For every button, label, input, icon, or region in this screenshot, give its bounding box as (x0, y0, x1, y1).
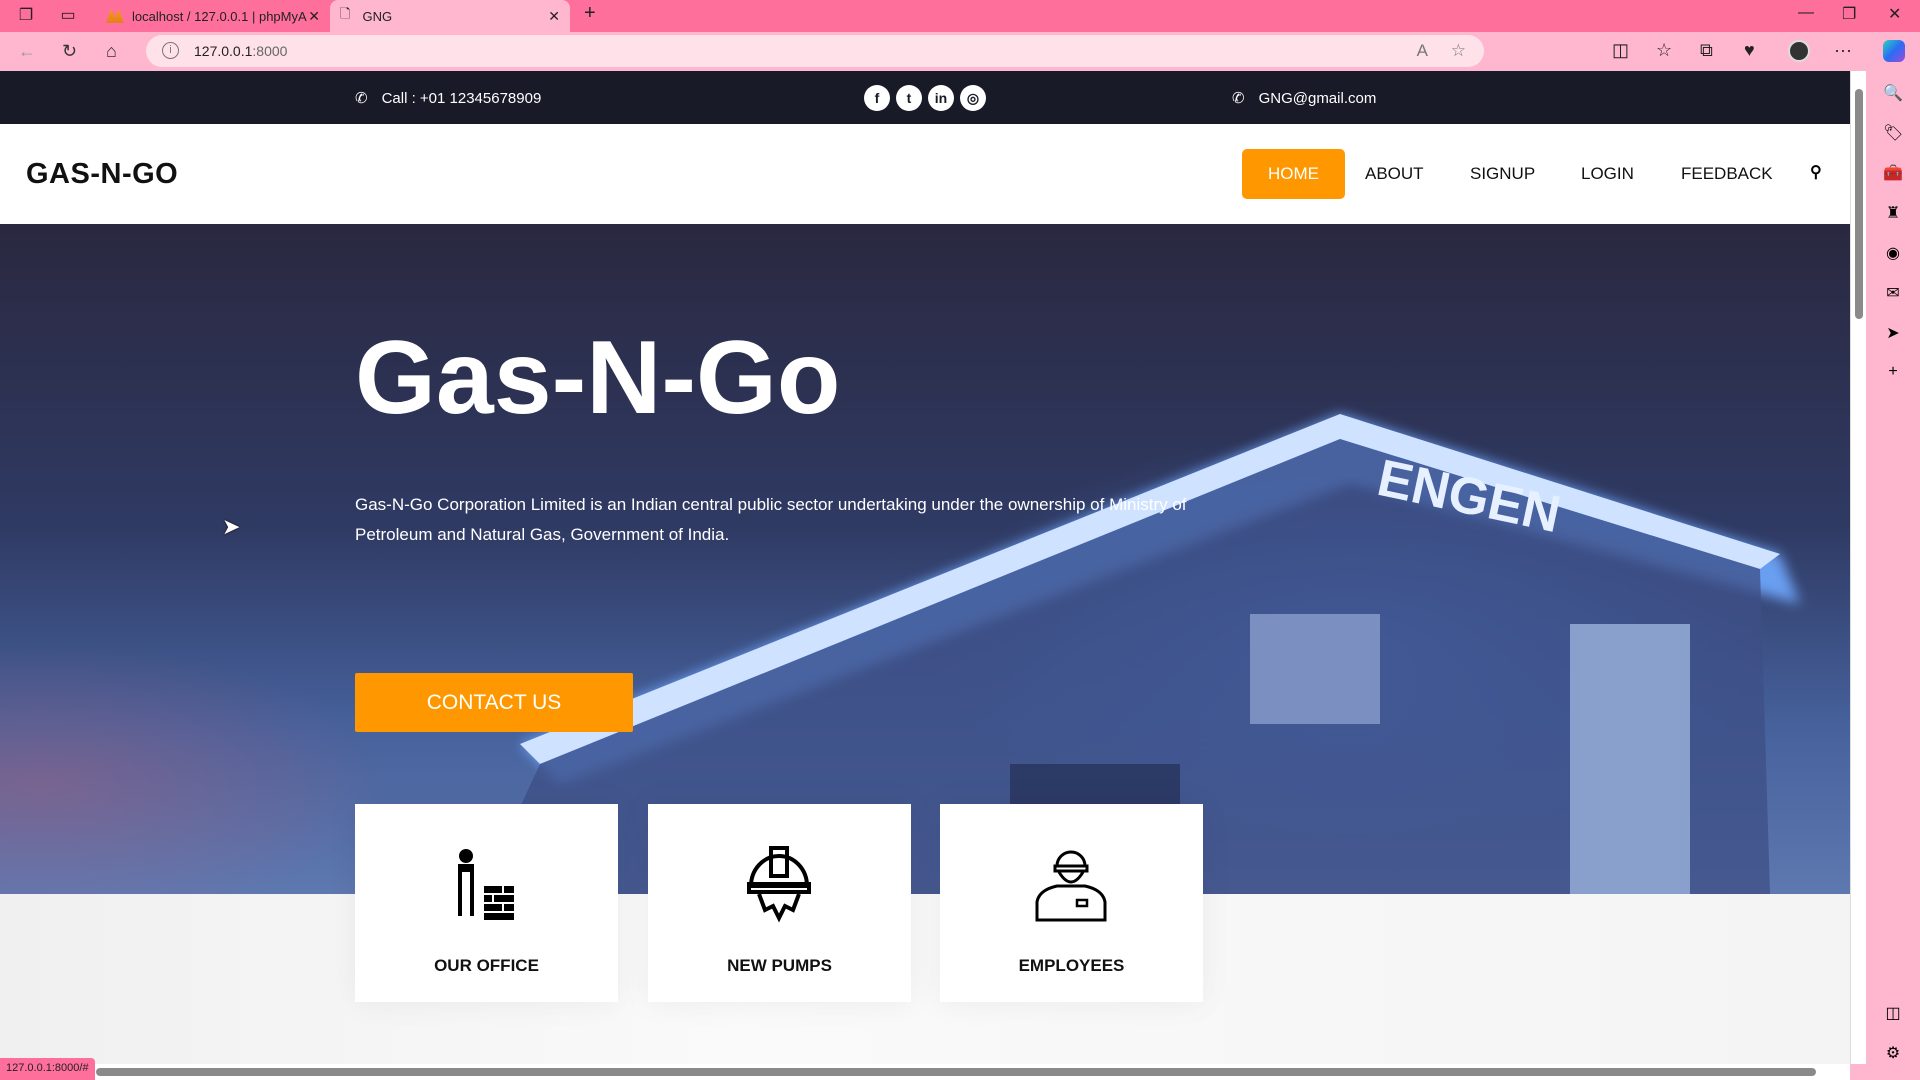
outlook-icon[interactable]: ✉ (1883, 283, 1903, 303)
new-tab-icon[interactable]: + (584, 2, 596, 25)
hero-description: Gas-N-Go Corporation Limited is an India… (355, 495, 1187, 544)
phone-info: ✆ Call : +01 12345678909 (355, 89, 542, 108)
twitter-icon[interactable]: t (896, 85, 922, 111)
address-bar[interactable]: i 127.0.0.1:8000 A ☆ (146, 35, 1484, 67)
close-tab-icon[interactable]: ✕ (308, 8, 320, 25)
nav-home[interactable]: HOME (1242, 149, 1345, 199)
sidebar-toggle-icon[interactable]: ◫ (1883, 1003, 1903, 1023)
phone-icon: ✆ (355, 90, 368, 107)
horizontal-scrollbar[interactable] (0, 1064, 1850, 1080)
minimize-icon[interactable]: — (1798, 4, 1814, 22)
card-our-office[interactable]: OUR OFFICE (355, 804, 618, 1002)
email-text[interactable]: GNG@gmail.com (1259, 90, 1377, 107)
close-window-icon[interactable]: ✕ (1888, 4, 1901, 24)
linkedin-icon[interactable]: in (928, 85, 954, 111)
health-icon[interactable]: ♥ (1744, 40, 1755, 61)
phpmyadmin-icon (106, 9, 124, 23)
email-info: ✆ GNG@gmail.com (1232, 89, 1377, 108)
tab-title: GNG (362, 8, 393, 24)
card-new-pumps[interactable]: NEW PUMPS (648, 804, 911, 1002)
favorite-star-icon[interactable]: ☆ (1451, 35, 1466, 67)
page-viewport: ✆ Call : +01 12345678909 f t in ◎ ✆ GNG@… (0, 71, 1850, 1064)
drop-icon[interactable]: ➤ (1883, 323, 1903, 343)
phone-text: Call : +01 12345678909 (381, 89, 542, 107)
address-port: :8000 (252, 43, 288, 59)
home-icon[interactable]: ⌂ (106, 41, 117, 62)
close-tab-icon[interactable]: ✕ (548, 8, 560, 25)
read-aloud-icon[interactable]: A (1417, 35, 1428, 67)
restore-icon[interactable]: ❐ (1842, 4, 1856, 24)
microsoft365-icon[interactable]: ◉ (1883, 243, 1903, 263)
tab-phpmyadmin[interactable]: localhost / 127.0.0.1 | phpMyAdmin ✕ (96, 0, 330, 32)
facebook-icon[interactable]: f (864, 85, 890, 111)
edge-sidebar: 🔍 🏷 🧰 ♜ ◉ ✉ ➤ + ◫ ⚙ (1866, 71, 1920, 1080)
shopping-icon[interactable]: 🏷 (1883, 123, 1903, 143)
add-icon[interactable]: + (1883, 363, 1903, 383)
back-icon[interactable]: ← (18, 41, 36, 62)
phone-icon: ✆ (1232, 90, 1245, 107)
gas-station-illustration: ENGEN (480, 414, 1800, 894)
nav-login[interactable]: LOGIN (1555, 149, 1660, 199)
mouse-cursor-icon: ➤ (222, 514, 241, 539)
nav-about[interactable]: ABOUT (1339, 149, 1450, 199)
favorites-icon[interactable]: ☆ (1656, 40, 1672, 61)
scroll-thumb[interactable] (1855, 89, 1863, 319)
site-info-icon[interactable]: i (162, 42, 179, 59)
tab-gng[interactable]: 🗋 GNG ✕ (330, 0, 570, 32)
contact-bar: ✆ Call : +01 12345678909 f t in ◎ ✆ GNG@… (0, 71, 1850, 124)
status-url: 127.0.0.1:8000/# (0, 1058, 95, 1080)
address-host: 127.0.0.1 (194, 43, 253, 59)
card-label: EMPLOYEES (1018, 956, 1125, 975)
nav-feedback[interactable]: FEEDBACK (1655, 149, 1799, 199)
vertical-scrollbar[interactable] (1850, 71, 1866, 1064)
more-icon[interactable]: ··· (1834, 40, 1852, 61)
card-label: OUR OFFICE (434, 956, 539, 975)
tab-bar: ❐ ▭ localhost / 127.0.0.1 | phpMyAdmin ✕… (0, 0, 1920, 32)
vertical-tabs-icon[interactable]: ▭ (58, 6, 78, 26)
instagram-icon[interactable]: ◎ (960, 85, 986, 111)
page-icon: 🗋 (340, 6, 351, 21)
scroll-thumb[interactable] (96, 1068, 1816, 1076)
split-screen-icon[interactable]: ◫ (1612, 40, 1629, 61)
copilot-icon[interactable] (1883, 40, 1905, 62)
tab-title: localhost / 127.0.0.1 | phpMyAdmin (132, 8, 307, 24)
search-icon[interactable]: 🔍 (1883, 83, 1903, 103)
contact-us-button[interactable]: CONTACT US (355, 673, 633, 732)
tools-icon[interactable]: 🧰 (1883, 163, 1903, 183)
builder-icon (458, 849, 514, 920)
worker-icon (1035, 850, 1107, 922)
hero-title: Gas-N-Go (355, 320, 841, 436)
helmet-gear-icon (747, 846, 811, 923)
hero-section: ENGEN Gas-N-Go Gas-N-Go Corporation Limi… (0, 224, 1850, 894)
search-icon[interactable]: ⚲ (1810, 162, 1822, 182)
workspaces-icon[interactable]: ❐ (16, 6, 36, 26)
profile-avatar[interactable] (1788, 40, 1810, 62)
card-employees[interactable]: EMPLOYEES (940, 804, 1203, 1002)
navbar: GAS-N-GO HOME ABOUT SIGNUP LOGIN FEEDBAC… (0, 124, 1850, 224)
services-section (0, 894, 1850, 1064)
card-label: NEW PUMPS (727, 956, 832, 975)
settings-icon[interactable]: ⚙ (1883, 1043, 1903, 1063)
logo[interactable]: GAS-N-GO (26, 158, 178, 191)
refresh-icon[interactable]: ↻ (62, 41, 77, 62)
collections-icon[interactable]: ⧉ (1700, 40, 1713, 61)
social-links: f t in ◎ (864, 85, 986, 111)
address-row: ← ↻ ⌂ i 127.0.0.1:8000 A ☆ ◫ ☆ ⧉ ♥ ··· (0, 32, 1920, 71)
games-icon[interactable]: ♜ (1883, 203, 1903, 223)
nav-signup[interactable]: SIGNUP (1444, 149, 1561, 199)
